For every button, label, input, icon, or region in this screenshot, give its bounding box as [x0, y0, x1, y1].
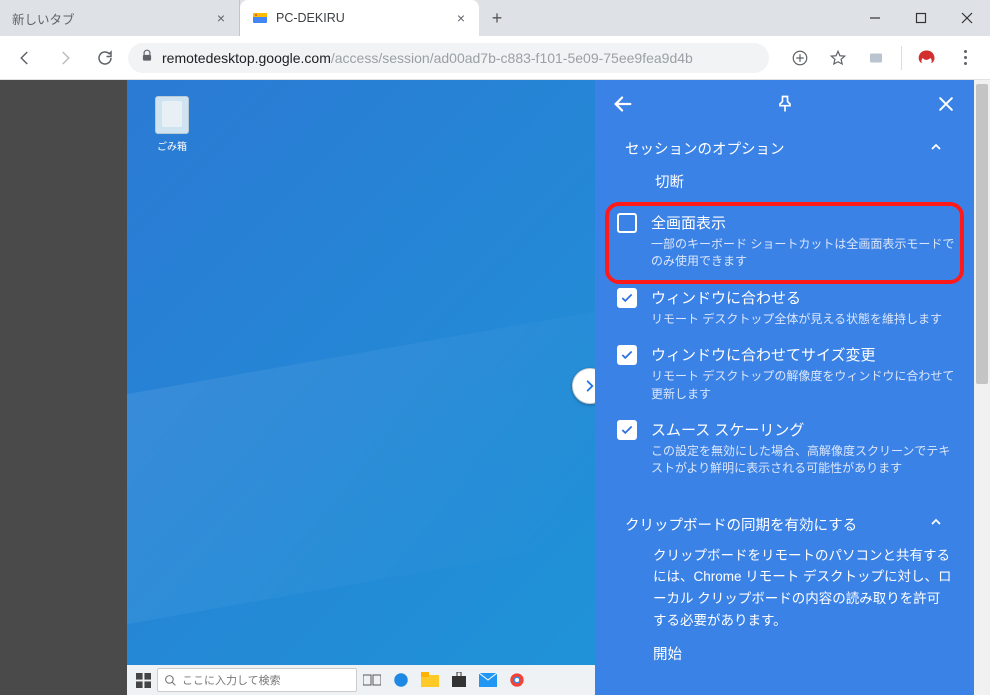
panel-header — [595, 80, 974, 128]
recycle-bin-icon — [155, 96, 189, 134]
disconnect-button[interactable]: 切断 — [595, 165, 974, 204]
option-resize-to-fit[interactable]: ウィンドウに合わせてサイズ変更 リモート デスクトップの解像度をウィンドウに合わ… — [595, 336, 974, 411]
pin-icon[interactable] — [773, 92, 797, 116]
options-panel-container: セッションのオプション 切断 全画面表示 一部のキーボード ショートカットは全画… — [595, 80, 990, 695]
taskbar-store-icon[interactable] — [445, 666, 473, 694]
back-button[interactable] — [8, 41, 42, 75]
url-text: remotedesktop.google.com/access/session/… — [162, 50, 693, 66]
close-icon[interactable]: × — [217, 10, 225, 26]
checkbox-checked[interactable] — [617, 288, 637, 308]
close-icon[interactable]: × — [457, 10, 465, 26]
tab-strip: 新しいタブ × PC-DEKIRU × + — [0, 0, 514, 36]
minimize-button[interactable] — [852, 0, 898, 36]
window-controls — [852, 0, 990, 36]
taskbar-chrome-icon[interactable] — [503, 666, 531, 694]
option-desc: 一部のキーボード ショートカットは全画面表示モードでのみ使用できます — [651, 236, 958, 271]
install-app-button[interactable] — [783, 41, 817, 75]
option-title: 全画面表示 — [651, 212, 958, 233]
desktop-icon-recycle-bin[interactable]: ごみ箱 — [147, 96, 197, 153]
menu-button[interactable] — [948, 41, 982, 75]
tab-inactive[interactable]: 新しいタブ × — [0, 0, 240, 36]
maximize-button[interactable] — [898, 0, 944, 36]
section-header-session-options[interactable]: セッションのオプション — [595, 128, 974, 165]
tab-favicon-icon — [252, 10, 268, 26]
window-titlebar: 新しいタブ × PC-DEKIRU × + — [0, 0, 990, 36]
tab-title: PC-DEKIRU — [276, 11, 451, 25]
taskbar-explorer-icon[interactable] — [416, 666, 444, 694]
viewport: ごみ箱 ここに入力して検索 — [0, 80, 990, 695]
clipboard-begin-button[interactable]: 開始 — [595, 643, 974, 664]
start-button[interactable] — [130, 667, 156, 693]
search-icon — [164, 674, 177, 687]
option-desc: リモート デスクトップの解像度をウィンドウに合わせて更新します — [651, 368, 958, 403]
star-button[interactable] — [821, 41, 855, 75]
reload-button[interactable] — [88, 41, 122, 75]
extension-icon[interactable] — [859, 41, 893, 75]
back-button[interactable] — [611, 92, 635, 116]
checkbox-checked[interactable] — [617, 345, 637, 365]
taskbar-edge-icon[interactable] — [387, 666, 415, 694]
section-title: セッションのオプション — [625, 138, 785, 159]
address-bar: remotedesktop.google.com/access/session/… — [0, 36, 990, 80]
option-title: ウィンドウに合わせる — [651, 287, 942, 308]
option-title: スムース スケーリング — [651, 419, 958, 440]
lock-icon — [140, 49, 154, 66]
option-fullscreen[interactable]: 全画面表示 一部のキーボード ショートカットは全画面表示モードでのみ使用できます — [595, 204, 974, 279]
desktop-icon-label: ごみ箱 — [147, 138, 197, 153]
omnibox[interactable]: remotedesktop.google.com/access/session/… — [128, 43, 769, 73]
tab-active[interactable]: PC-DEKIRU × — [240, 0, 480, 36]
close-icon[interactable] — [934, 92, 958, 116]
forward-button[interactable] — [48, 41, 82, 75]
close-button[interactable] — [944, 0, 990, 36]
extension-sleipnir-icon[interactable] — [910, 41, 944, 75]
option-desc: リモート デスクトップ全体が見える状態を維持します — [651, 311, 942, 328]
scrollbar[interactable] — [974, 80, 990, 695]
taskbar-taskview-icon[interactable] — [358, 666, 386, 694]
chevron-up-icon — [928, 139, 944, 159]
taskbar-search[interactable]: ここに入力して検索 — [157, 668, 357, 692]
option-desc: この設定を無効にした場合、高解像度スクリーンでテキストがより鮮明に表示される可能… — [651, 443, 958, 478]
section-header-clipboard[interactable]: クリップボードの同期を有効にする — [595, 504, 974, 541]
option-title: ウィンドウに合わせてサイズ変更 — [651, 344, 958, 365]
scrollbar-thumb[interactable] — [976, 84, 988, 384]
taskbar-search-placeholder: ここに入力して検索 — [182, 672, 281, 688]
letterbox-left — [0, 80, 127, 695]
checkbox-unchecked[interactable] — [617, 213, 637, 233]
section-title: クリップボードの同期を有効にする — [625, 514, 857, 535]
clipboard-description: クリップボードをリモートのパソコンと共有するには、Chrome リモート デスク… — [595, 541, 974, 643]
option-smooth-scaling[interactable]: スムース スケーリング この設定を無効にした場合、高解像度スクリーンでテキストが… — [595, 411, 974, 486]
checkbox-checked[interactable] — [617, 420, 637, 440]
option-fit-window[interactable]: ウィンドウに合わせる リモート デスクトップ全体が見える状態を維持します — [595, 279, 974, 336]
taskbar-mail-icon[interactable] — [474, 666, 502, 694]
new-tab-button[interactable]: + — [480, 0, 514, 36]
options-panel: セッションのオプション 切断 全画面表示 一部のキーボード ショートカットは全画… — [595, 80, 974, 695]
chevron-up-icon — [928, 514, 944, 534]
tab-title: 新しいタブ — [12, 9, 211, 28]
